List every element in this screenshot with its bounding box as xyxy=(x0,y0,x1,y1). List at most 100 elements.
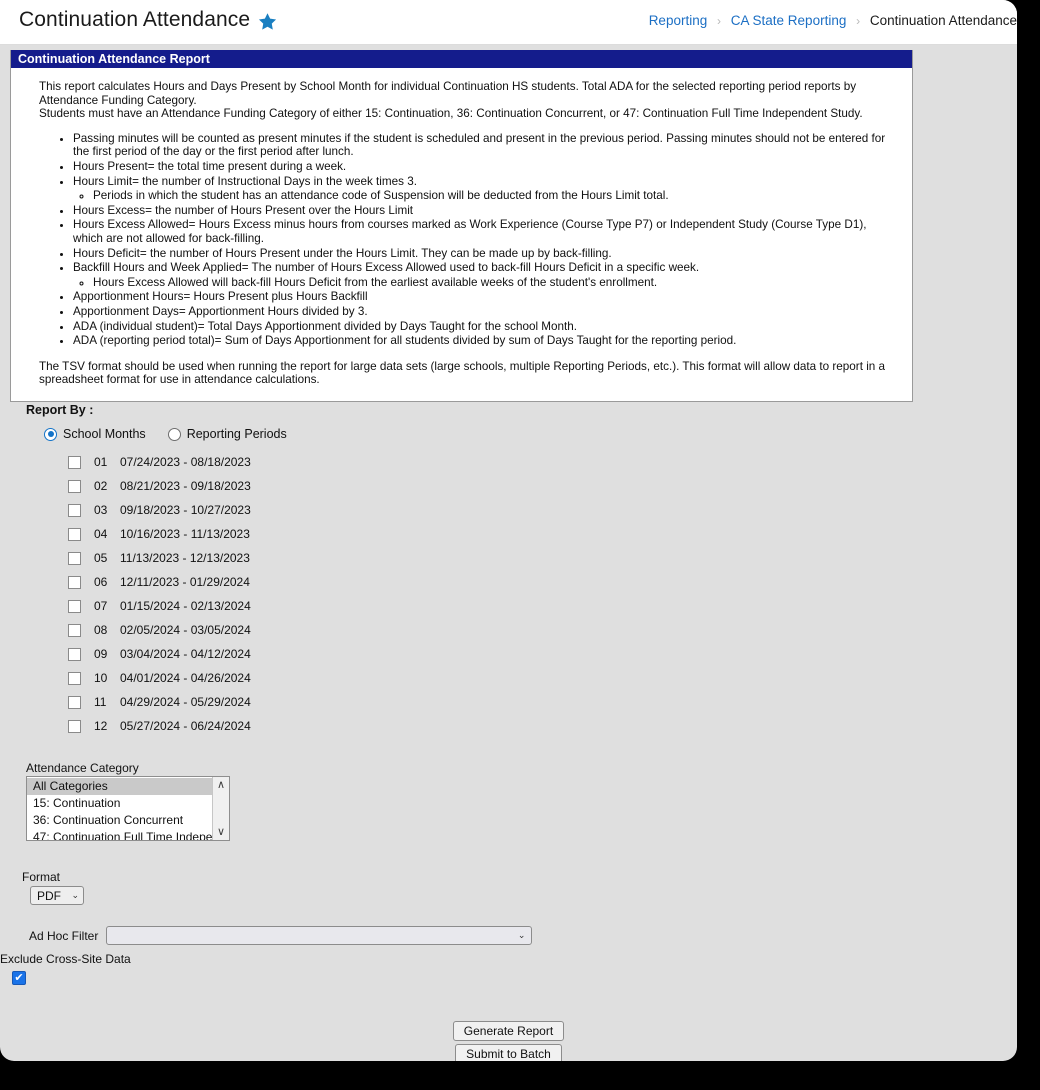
school-month-checkbox-10[interactable] xyxy=(68,671,81,685)
school-month-row[interactable]: 04 10/16/2023 - 11/13/2023 xyxy=(68,522,251,546)
breadcrumb: Reporting › CA State Reporting › Continu… xyxy=(649,13,1017,28)
school-month-row[interactable]: 02 08/21/2023 - 09/18/2023 xyxy=(68,474,251,498)
school-month-number-12: 12 xyxy=(94,719,108,733)
bullet-hours-excess-allowed: Hours Excess Allowed= Hours Excess minus… xyxy=(73,218,898,245)
favorite-star-icon[interactable] xyxy=(258,12,277,31)
description-outro: The TSV format should be used when runni… xyxy=(39,359,886,387)
school-month-checkbox-06[interactable] xyxy=(68,575,81,589)
school-month-number-09: 09 xyxy=(94,647,108,661)
sub-bullet-list-hours-limit: Periods in which the student has an atte… xyxy=(73,189,898,203)
submit-to-batch-button[interactable]: Submit to Batch xyxy=(455,1044,562,1061)
format-label: Format xyxy=(22,870,61,884)
school-month-row[interactable]: 11 04/29/2024 - 05/29/2024 xyxy=(68,690,251,714)
chevron-down-icon: ⌄ xyxy=(71,890,79,901)
school-month-checkbox-05[interactable] xyxy=(68,551,81,565)
adhoc-filter-label: Ad Hoc Filter xyxy=(29,928,99,943)
school-month-row[interactable]: 07 01/15/2024 - 02/13/2024 xyxy=(68,594,251,618)
school-month-number-01: 01 xyxy=(94,455,108,469)
radio-school-months-indicator[interactable] xyxy=(44,427,57,441)
school-month-row[interactable]: 01 07/24/2023 - 08/18/2023 xyxy=(68,450,251,474)
bullet-backfill-hours: Backfill Hours and Week Applied= The num… xyxy=(73,261,898,289)
school-month-range-05: 11/13/2023 - 12/13/2023 xyxy=(120,551,250,565)
school-month-checkbox-12[interactable] xyxy=(68,719,81,733)
school-month-checkbox-09[interactable] xyxy=(68,647,81,661)
school-month-range-11: 04/29/2024 - 05/29/2024 xyxy=(120,695,251,709)
chevron-down-icon: ⌄ xyxy=(517,930,526,941)
school-month-number-08: 08 xyxy=(94,623,108,637)
exclude-cross-site-checkbox[interactable]: ✔ xyxy=(12,971,26,985)
school-month-range-06: 12/11/2023 - 01/29/2024 xyxy=(120,575,250,589)
page-title: Continuation Attendance xyxy=(19,8,251,31)
school-month-row[interactable]: 08 02/05/2024 - 03/05/2024 xyxy=(68,618,251,642)
school-month-number-03: 03 xyxy=(94,503,108,517)
bullet-hours-present: Hours Present= the total time present du… xyxy=(73,160,898,174)
school-month-number-11: 11 xyxy=(94,695,107,709)
scroll-up-icon[interactable]: ∧ xyxy=(217,777,225,793)
school-month-row[interactable]: 05 11/13/2023 - 12/13/2023 xyxy=(68,546,251,570)
school-month-checkbox-02[interactable] xyxy=(68,479,81,493)
school-months-list: 01 07/24/2023 - 08/18/2023 02 08/21/2023… xyxy=(68,450,251,738)
scroll-down-icon[interactable]: ∨ xyxy=(217,824,225,840)
sub-bullet-suspension: Periods in which the student has an atte… xyxy=(93,189,898,203)
sub-bullet-list-backfill: Hours Excess Allowed will back-fill Hour… xyxy=(73,276,898,290)
bullet-apportionment-hours: Apportionment Hours= Hours Present plus … xyxy=(73,290,898,304)
school-month-row[interactable]: 09 03/04/2024 - 04/12/2024 xyxy=(68,642,251,666)
school-month-number-10: 10 xyxy=(94,671,108,685)
school-month-range-10: 04/01/2024 - 04/26/2024 xyxy=(120,671,251,685)
breadcrumb-separator-icon: › xyxy=(717,14,721,28)
attendance-category-listbox[interactable]: All Categories 15: Continuation 36: Cont… xyxy=(26,776,230,841)
school-month-row[interactable]: 12 05/27/2024 - 06/24/2024 xyxy=(68,714,251,738)
bullet-backfill-hours-text: Backfill Hours and Week Applied= The num… xyxy=(73,261,700,275)
bullet-hours-limit: Hours Limit= the number of Instructional… xyxy=(73,175,898,203)
school-month-checkbox-01[interactable] xyxy=(68,455,81,469)
breadcrumb-separator-icon: › xyxy=(856,14,861,28)
bullet-ada-individual: ADA (individual student)= Total Days App… xyxy=(73,320,898,334)
exclude-cross-site-label: Exclude Cross-Site Data xyxy=(0,952,131,966)
category-option-47[interactable]: 47: Continuation Full Time Independe xyxy=(27,829,212,840)
format-select[interactable]: PDF ⌄ xyxy=(30,886,84,905)
radio-school-months-label: School Months xyxy=(63,427,146,441)
school-month-range-01: 07/24/2023 - 08/18/2023 xyxy=(120,455,251,469)
radio-reporting-periods[interactable]: Reporting Periods xyxy=(167,427,287,441)
school-month-checkbox-08[interactable] xyxy=(68,623,81,637)
format-select-value: PDF xyxy=(37,888,61,903)
attendance-category-scrollbar[interactable]: ∧ ∨ xyxy=(212,777,229,840)
breadcrumb-item-current: Continuation Attendance xyxy=(869,13,1017,28)
report-description-body: This report calculates Hours and Days Pr… xyxy=(11,68,912,401)
school-month-range-04: 10/16/2023 - 11/13/2023 xyxy=(120,527,250,541)
bullet-hours-limit-text: Hours Limit= the number of Instructional… xyxy=(73,174,417,188)
school-month-checkbox-04[interactable] xyxy=(68,527,81,541)
report-panel-title: Continuation Attendance Report xyxy=(11,50,912,68)
school-month-number-06: 06 xyxy=(94,575,108,589)
breadcrumb-item-reporting[interactable]: Reporting xyxy=(649,13,708,28)
breadcrumb-item-ca-state-reporting[interactable]: CA State Reporting xyxy=(731,13,847,28)
school-month-range-02: 08/21/2023 - 09/18/2023 xyxy=(120,479,251,493)
bullet-hours-deficit: Hours Deficit= the number of Hours Prese… xyxy=(73,247,898,261)
radio-reporting-periods-indicator[interactable] xyxy=(167,427,181,441)
radio-reporting-periods-label: Reporting Periods xyxy=(186,427,287,441)
school-month-checkbox-03[interactable] xyxy=(68,503,81,517)
school-month-row[interactable]: 10 04/01/2024 - 04/26/2024 xyxy=(68,666,251,690)
action-button-group: Generate Report Submit to Batch xyxy=(0,1021,1017,1061)
category-option-15[interactable]: 15: Continuation xyxy=(27,795,212,812)
school-month-number-07: 07 xyxy=(94,599,108,613)
adhoc-filter-select[interactable]: ⌄ xyxy=(106,926,533,945)
report-description-panel: Continuation Attendance Report This repo… xyxy=(10,50,913,402)
category-option-36[interactable]: 36: Continuation Concurrent xyxy=(27,812,212,829)
application-window: Continuation Attendance Reporting › CA S… xyxy=(0,0,1017,1061)
school-month-range-03: 09/18/2023 - 10/27/2023 xyxy=(120,503,251,517)
bullet-passing-minutes: Passing minutes will be counted as prese… xyxy=(73,132,898,159)
school-month-number-04: 04 xyxy=(94,527,108,541)
school-month-row[interactable]: 03 09/18/2023 - 10/27/2023 xyxy=(68,498,251,522)
school-month-checkbox-11[interactable] xyxy=(68,695,81,709)
description-intro-1: This report calculates Hours and Days Pr… xyxy=(39,80,857,107)
school-month-checkbox-07[interactable] xyxy=(68,599,81,613)
radio-school-months[interactable]: School Months xyxy=(44,427,146,441)
sub-bullet-backfill-order: Hours Excess Allowed will back-fill Hour… xyxy=(93,276,898,290)
page-header: Continuation Attendance Reporting › CA S… xyxy=(0,0,1017,45)
category-option-all[interactable]: All Categories xyxy=(27,778,212,795)
school-month-row[interactable]: 06 12/11/2023 - 01/29/2024 xyxy=(68,570,251,594)
generate-report-button[interactable]: Generate Report xyxy=(452,1021,565,1041)
attendance-category-label: Attendance Category xyxy=(26,761,139,775)
report-by-radio-group: School Months Reporting Periods xyxy=(44,427,309,441)
